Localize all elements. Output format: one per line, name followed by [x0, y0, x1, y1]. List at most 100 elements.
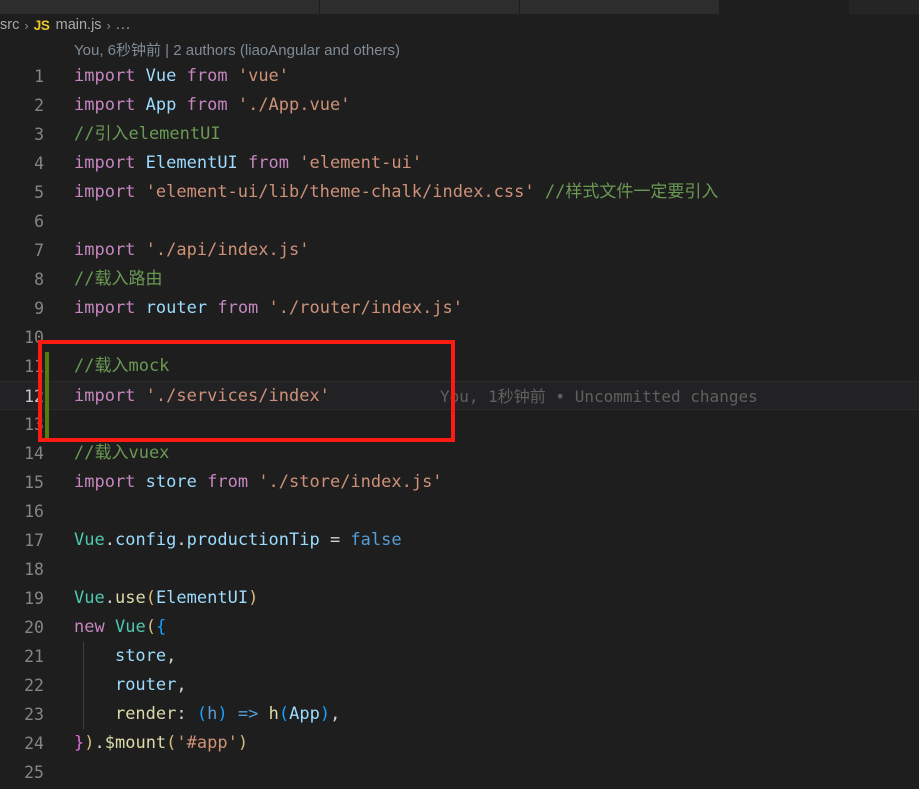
code-line[interactable]: 12 import './services/index' You, 1秒钟前 • U… — [0, 381, 919, 410]
breadcrumb-item-mainjs[interactable]: main.js — [56, 17, 102, 33]
code-token: ( — [166, 733, 177, 753]
indent-guide — [83, 642, 84, 729]
git-modified-gutter-bar[interactable] — [45, 352, 49, 439]
code-line[interactable]: 13 — [0, 410, 919, 439]
code-token: //载入mock — [74, 356, 170, 376]
code-line[interactable]: 16 — [0, 497, 919, 526]
code-token: from — [248, 153, 289, 173]
code-line[interactable]: 25 — [0, 758, 919, 787]
code-token: 'vue' — [237, 66, 290, 86]
code-line[interactable]: 2 import App from './App.vue' — [0, 91, 919, 120]
code-line[interactable]: 4 import ElementUI from 'element-ui' — [0, 149, 919, 178]
code-line[interactable]: 24 }).$mount('#app') — [0, 729, 919, 758]
code-token: , — [330, 704, 341, 724]
code-token: router — [145, 298, 208, 318]
code-line[interactable]: 7 import './api/index.js' — [0, 236, 919, 265]
code-token: false — [350, 530, 402, 550]
line-code-text: //引入elementUI — [74, 120, 221, 149]
code-line[interactable]: 6 — [0, 207, 919, 236]
code-line[interactable]: 20 new Vue({ — [0, 613, 919, 642]
code-token: './store/index.js' — [258, 472, 443, 492]
editor-tab-3[interactable] — [720, 0, 850, 14]
git-blame-authors-header[interactable]: You, 6秒钟前 | 2 authors (liaoAngular and o… — [0, 37, 919, 61]
line-number: 16 — [24, 502, 44, 521]
code-line[interactable]: 22 router, — [0, 671, 919, 700]
code-token: 'element-ui' — [299, 153, 423, 173]
line-number: 25 — [24, 763, 44, 782]
line-number: 23 — [24, 705, 44, 724]
code-token: . — [104, 588, 115, 608]
inline-git-blame-annotation[interactable]: You, 1秒钟前 • Uncommitted changes — [440, 382, 758, 411]
code-line[interactable]: 11 //载入mock — [0, 352, 919, 381]
code-token: 'element-ui/lib/theme-chalk/index.css' — [145, 182, 535, 202]
breadcrumb-overflow[interactable]: ... — [116, 17, 131, 33]
line-number: 24 — [24, 734, 44, 753]
code-token: h — [268, 704, 279, 724]
code-token: '#app' — [176, 733, 238, 753]
code-token: //载入路由 — [74, 269, 163, 289]
tab-bar-empty-area — [850, 0, 919, 14]
code-editor[interactable]: 1 import Vue from 'vue' 2 import App from '… — [0, 62, 919, 789]
code-line[interactable]: 23 render: (h) => h(App), — [0, 700, 919, 729]
code-line[interactable]: 5 import 'element-ui/lib/theme-chalk/inde… — [0, 178, 919, 207]
code-line[interactable]: 10 — [0, 323, 919, 352]
line-code-text: }).$mount('#app') — [74, 729, 248, 758]
code-line[interactable]: 15 import store from './store/index.js' — [0, 468, 919, 497]
editor-tab-0[interactable] — [0, 0, 320, 14]
code-line[interactable]: 8 //载入路由 — [0, 265, 919, 294]
line-number: 8 — [34, 270, 44, 289]
line-code-text: store, — [74, 642, 176, 671]
code-token: './services/index' — [145, 386, 330, 406]
code-line[interactable]: 18 — [0, 555, 919, 584]
code-token: ) — [248, 588, 259, 608]
breadcrumb[interactable]: src › JS main.js › ... — [0, 14, 919, 36]
code-token: Vue — [145, 66, 177, 86]
line-number: 14 — [24, 444, 44, 463]
code-line[interactable]: 1 import Vue from 'vue' — [0, 62, 919, 91]
breadcrumb-item-src[interactable]: src — [0, 17, 19, 33]
code-token: './api/index.js' — [145, 240, 310, 260]
code-token: . — [94, 733, 105, 753]
code-token: render — [114, 704, 177, 724]
line-number: 4 — [34, 154, 44, 173]
chevron-right-icon-2: › — [106, 17, 111, 33]
code-line[interactable]: 17 Vue.config.productionTip = false — [0, 526, 919, 555]
code-token: App — [289, 704, 320, 724]
code-token: h — [207, 704, 218, 724]
code-line[interactable]: 21 store, — [0, 642, 919, 671]
code-token: Vue — [74, 588, 105, 608]
code-token: ) — [217, 704, 228, 724]
code-token: ) — [319, 704, 331, 724]
code-line[interactable]: 19 Vue.use(ElementUI) — [0, 584, 919, 613]
code-line[interactable]: 3 //引入elementUI — [0, 120, 919, 149]
line-number: 22 — [24, 676, 44, 695]
line-code-text: import router from './router/index.js' — [74, 294, 463, 323]
code-line[interactable]: 9 import router from './router/index.js' — [0, 294, 919, 323]
code-line[interactable]: 14 //载入vuex — [0, 439, 919, 468]
editor-tab-1[interactable] — [320, 0, 520, 14]
code-token: config — [114, 530, 177, 550]
code-token: import — [74, 153, 136, 173]
code-token: = — [319, 530, 351, 550]
editor-tab-2[interactable] — [520, 0, 720, 14]
line-number: 7 — [34, 241, 44, 260]
line-number: 2 — [34, 96, 44, 115]
line-code-text: Vue.use(ElementUI) — [74, 584, 258, 613]
line-number: 15 — [24, 473, 44, 492]
code-token: from — [186, 95, 228, 115]
code-token: import — [74, 386, 136, 406]
code-token: store — [145, 472, 197, 492]
line-number: 17 — [24, 531, 44, 550]
editor-tab-bar[interactable] — [0, 0, 919, 14]
vscode-editor-window: src › JS main.js › ... You, 6秒钟前 | 2 aut… — [0, 0, 919, 789]
line-number: 10 — [24, 328, 44, 347]
